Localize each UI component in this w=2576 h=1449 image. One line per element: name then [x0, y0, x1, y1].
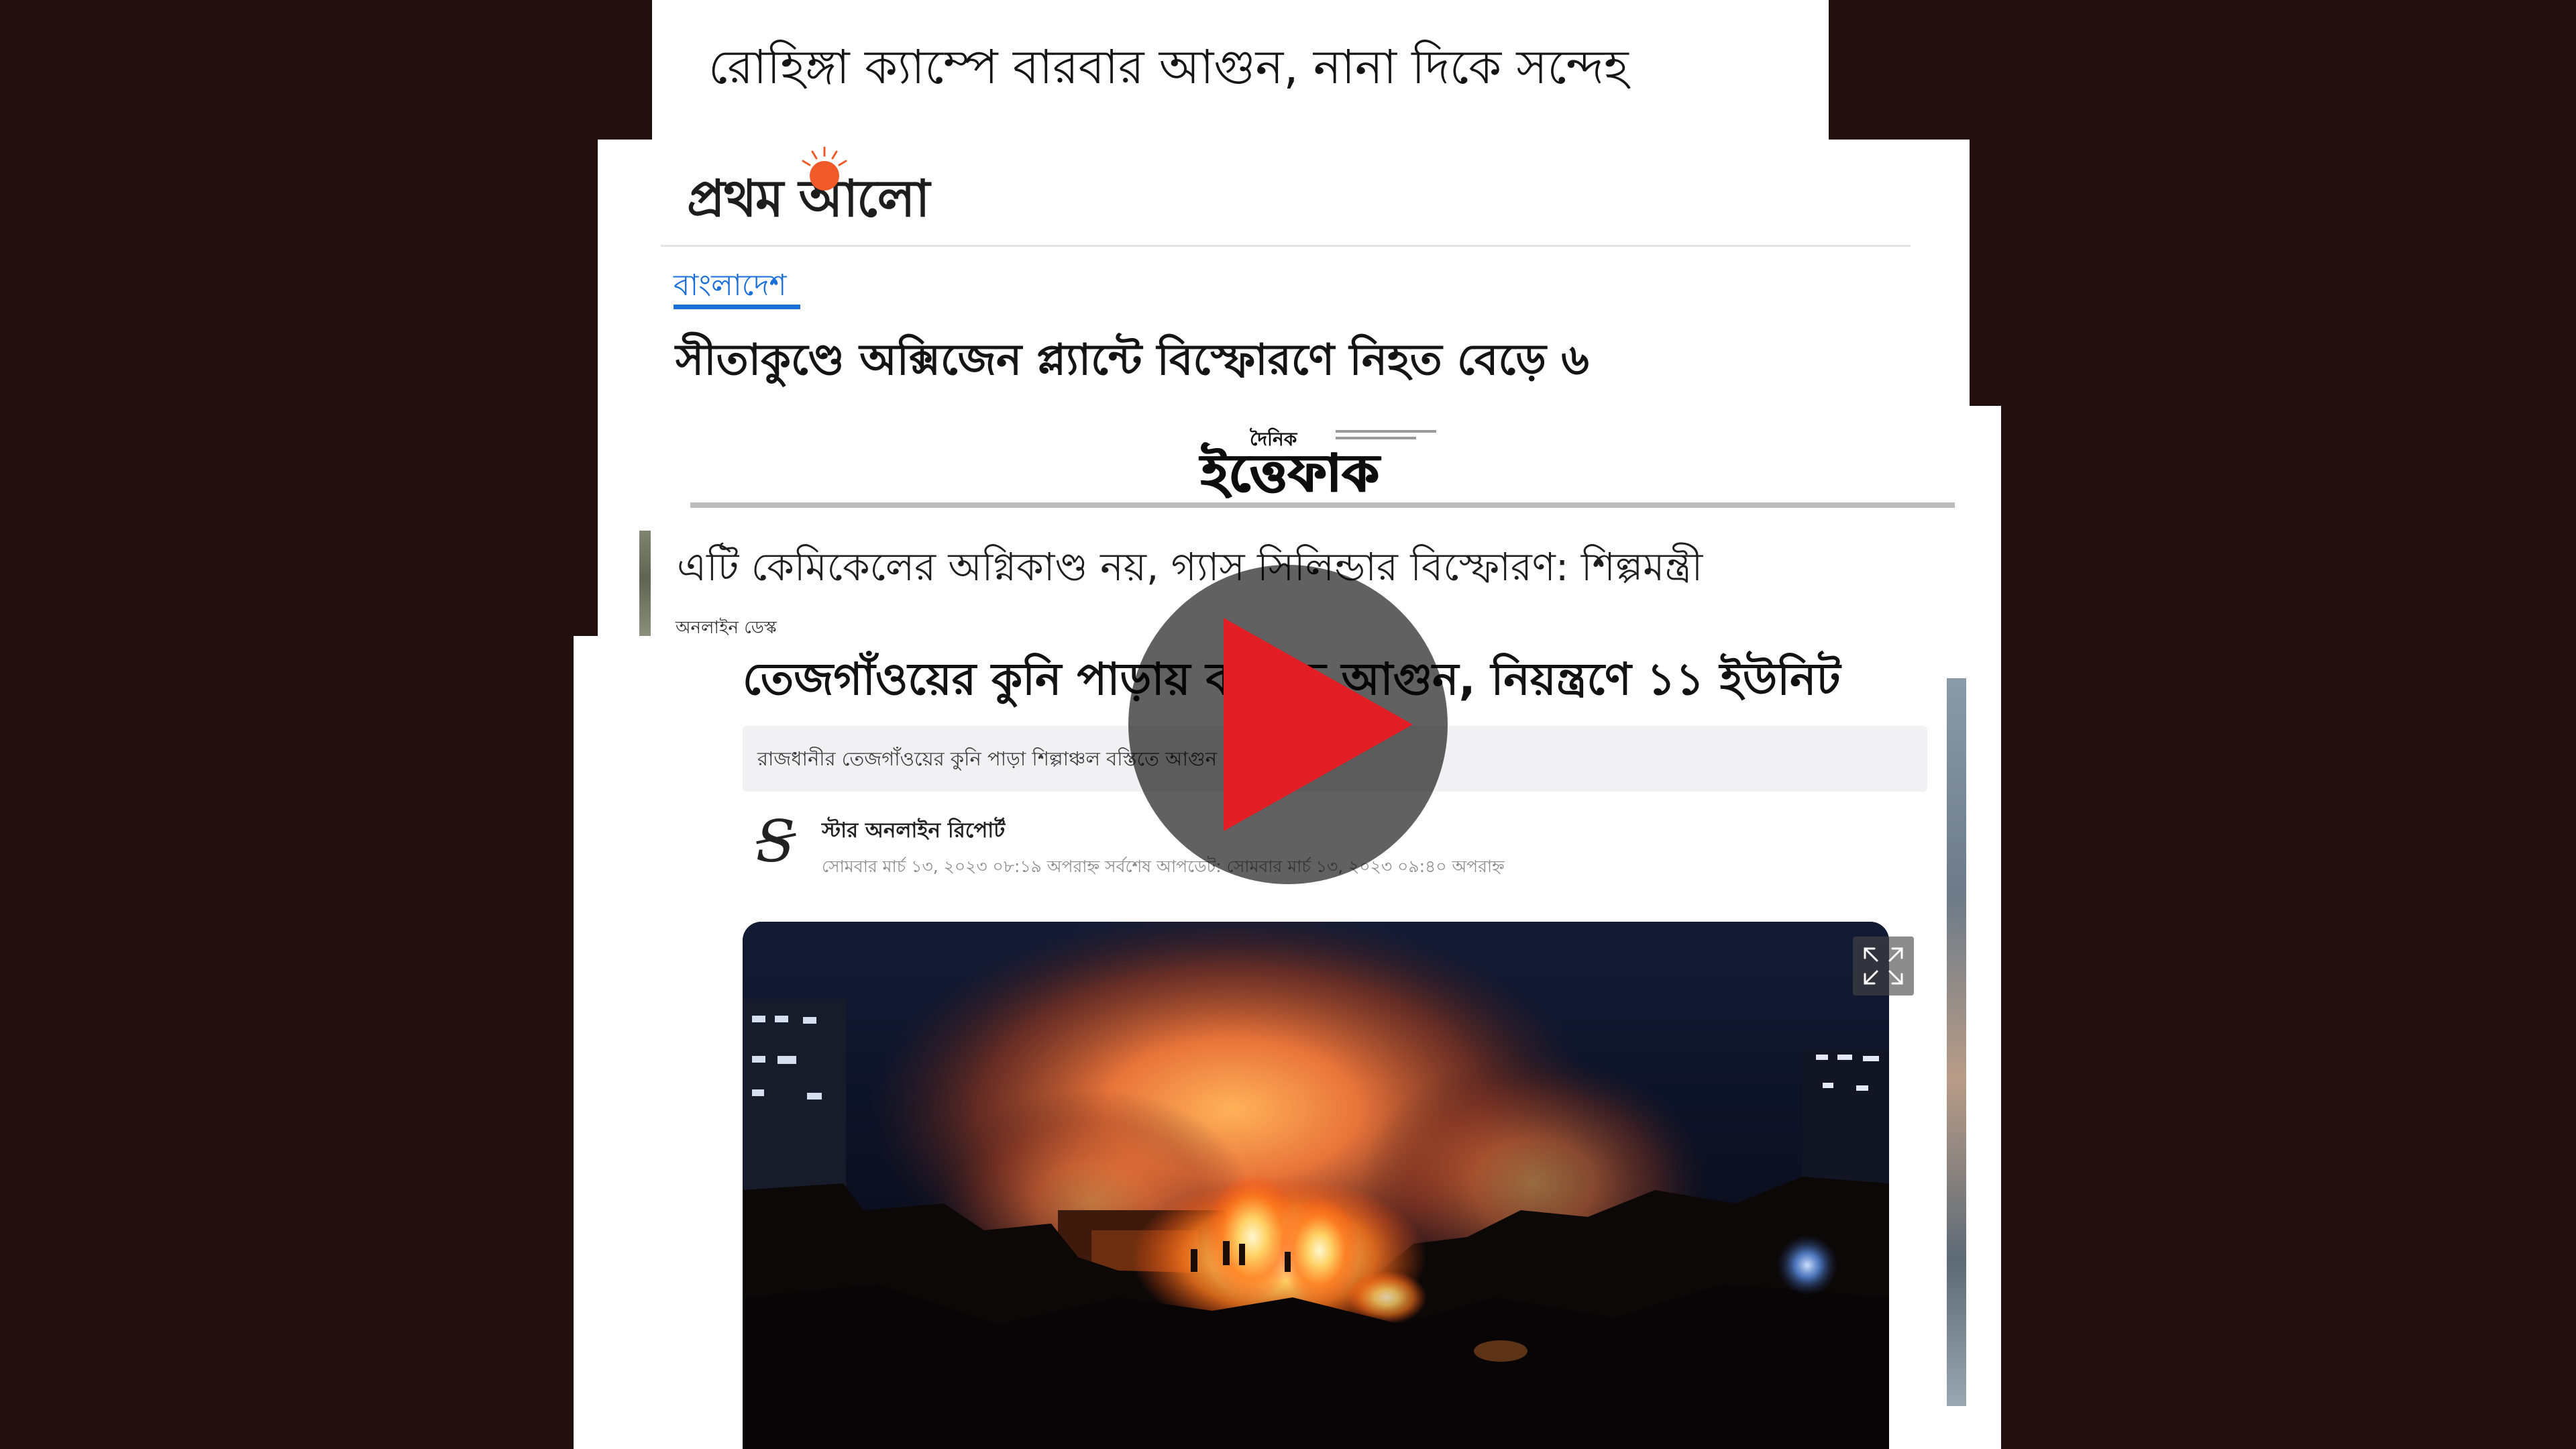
expand-icon — [1853, 936, 1914, 996]
author: স্টার অনলাইন রিপোর্ট — [822, 818, 1006, 843]
thumbnail-sliver — [639, 531, 651, 636]
divider — [661, 245, 1911, 247]
fire-scene-image — [743, 922, 1889, 1449]
play-button[interactable] — [1128, 565, 1448, 884]
play-icon — [1224, 618, 1413, 831]
fire-photo — [743, 922, 1889, 1449]
headline: রোহিঙ্গা ক্যাম্পে বারবার আগুন, নানা দিকে… — [708, 40, 1629, 95]
photo-sliver — [1947, 678, 1966, 1406]
masthead-rule — [690, 502, 1955, 508]
section-underline — [674, 305, 800, 309]
sun-icon — [802, 146, 847, 191]
headline: সীতাকুণ্ডে অক্সিজেন প্ল্যান্টে বিস্ফোরণে… — [676, 335, 1589, 385]
video-thumbnail[interactable]: রোহিঙ্গা ক্যাম্পে বারবার আগুন, নানা দিকে… — [0, 0, 2576, 1449]
daily-star-logo: S — [755, 808, 796, 875]
